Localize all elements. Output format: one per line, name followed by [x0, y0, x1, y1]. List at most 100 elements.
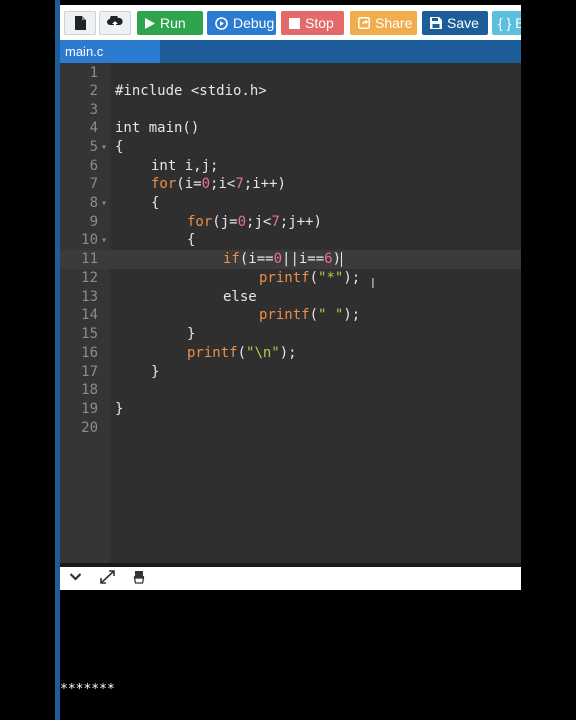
code-line: 18 — [60, 381, 521, 400]
code-editor[interactable]: 1 2 #include <stdio.h> 3 4 int main() 5 ▾{ … — [60, 63, 521, 563]
upload-icon — [107, 16, 123, 29]
code-fragment: ); — [279, 345, 297, 361]
line-number: 8 — [89, 195, 98, 211]
code-fragment: ) — [332, 251, 342, 267]
output-console[interactable]: ******* — [60, 590, 521, 720]
clear-icon[interactable] — [132, 570, 146, 587]
code-line: 4 int main() — [60, 119, 521, 138]
expand-icon[interactable] — [100, 570, 115, 587]
function-name: printf — [187, 345, 238, 361]
run-label: Run — [160, 15, 186, 31]
fold-toggle-icon[interactable]: ▾ — [101, 231, 107, 250]
code-fragment: ); — [343, 307, 361, 323]
line-number: 4 — [89, 120, 98, 136]
stop-icon — [289, 17, 300, 29]
line-number: 11 — [81, 251, 98, 267]
play-icon — [145, 17, 155, 29]
code-fragment: ||i== — [282, 251, 325, 267]
code-text: printf("\n"); — [187, 344, 297, 363]
chevron-down-icon[interactable] — [69, 570, 82, 586]
code-fragment: ;i++) — [243, 176, 286, 192]
fold-toggle-icon[interactable]: ▾ — [101, 194, 107, 213]
line-number: 14 — [81, 307, 98, 323]
save-label: Save — [447, 15, 479, 31]
code-text: printf("*"); — [259, 269, 360, 288]
share-button[interactable]: Share — [350, 11, 417, 35]
ibeam-cursor-icon: I — [371, 277, 375, 292]
line-number: 1 — [89, 65, 98, 81]
tab-label: main.c — [65, 44, 104, 59]
code-line: 10 ▾ { — [60, 231, 521, 250]
beautify-button[interactable]: { } B — [492, 11, 521, 35]
line-number: 18 — [81, 382, 98, 398]
string-literal: " " — [318, 307, 344, 323]
line-number: 19 — [81, 401, 98, 417]
code-text: } — [115, 401, 124, 417]
number-literal: 0 — [237, 214, 247, 230]
file-tab-bar: main.c — [60, 40, 521, 63]
line-number: 9 — [89, 214, 98, 230]
line-number: 7 — [89, 176, 98, 192]
code-line: 3 — [60, 101, 521, 120]
number-literal: 0 — [201, 176, 211, 192]
code-line: 20 — [60, 419, 521, 438]
code-text: int main() — [115, 120, 200, 136]
code-text: printf(" "); — [259, 306, 360, 325]
code-fragment: ( — [309, 270, 319, 286]
debug-button[interactable]: Debug — [207, 11, 276, 35]
code-text: if(i==0||i==6) — [223, 250, 343, 269]
number-literal: 7 — [271, 214, 280, 230]
code-text: int i,j; — [151, 158, 219, 174]
code-text: { — [187, 232, 196, 248]
code-line: 13 else — [60, 288, 521, 307]
line-number: 16 — [81, 345, 98, 361]
line-number: 12 — [81, 270, 98, 286]
keyword: if — [223, 251, 240, 267]
number-literal: 6 — [324, 251, 333, 267]
code-fragment: (j= — [212, 214, 238, 230]
program-output: ******* — [60, 682, 115, 697]
save-button[interactable]: Save — [422, 11, 488, 35]
code-line: 19} — [60, 400, 521, 419]
code-line: 2 #include <stdio.h> — [60, 82, 521, 101]
line-number: 2 — [89, 83, 98, 99]
code-text: #include <stdio.h> — [115, 83, 267, 99]
fold-toggle-icon[interactable]: ▾ — [101, 138, 107, 157]
line-number: 20 — [81, 420, 98, 436]
text-cursor — [341, 251, 343, 267]
code-fragment: (i= — [176, 176, 202, 192]
debug-label: Debug — [233, 15, 275, 31]
run-button[interactable]: Run — [137, 11, 203, 35]
function-name: printf — [259, 270, 310, 286]
line-number: 6 — [89, 158, 98, 174]
upload-button[interactable] — [99, 11, 131, 35]
code-fragment: ;i< — [210, 176, 236, 192]
line-number: 3 — [89, 102, 98, 118]
code-text: for(j=0;j<7;j++) — [187, 213, 322, 232]
string-literal: "\n" — [246, 345, 280, 361]
new-file-button[interactable] — [64, 11, 96, 35]
code-fragment: ;j< — [246, 214, 272, 230]
output-toolbar — [60, 567, 521, 590]
code-text: } — [187, 326, 196, 342]
line-number: 13 — [81, 289, 98, 305]
code-text: for(i=0;i<7;i++) — [151, 175, 286, 194]
code-line: 17} — [60, 363, 521, 382]
debug-icon — [215, 16, 228, 30]
number-literal: 0 — [273, 251, 283, 267]
file-icon — [75, 16, 86, 30]
line-number: 10 — [81, 232, 98, 248]
code-fragment: ( — [309, 307, 319, 323]
code-text: { — [151, 195, 160, 211]
code-fragment: ;j++) — [279, 214, 322, 230]
code-fragment: ); — [343, 270, 361, 286]
share-icon — [358, 17, 370, 29]
stop-button[interactable]: Stop — [281, 11, 344, 35]
keyword: for — [187, 214, 213, 230]
code-line: 9 for(j=0;j<7;j++) — [60, 213, 521, 232]
beautify-label: { } B — [498, 15, 521, 31]
code-line: 16 printf("\n"); — [60, 344, 521, 363]
save-icon — [430, 17, 442, 29]
line-number: 5 — [89, 139, 98, 155]
tab-main-c[interactable]: main.c — [60, 40, 160, 63]
